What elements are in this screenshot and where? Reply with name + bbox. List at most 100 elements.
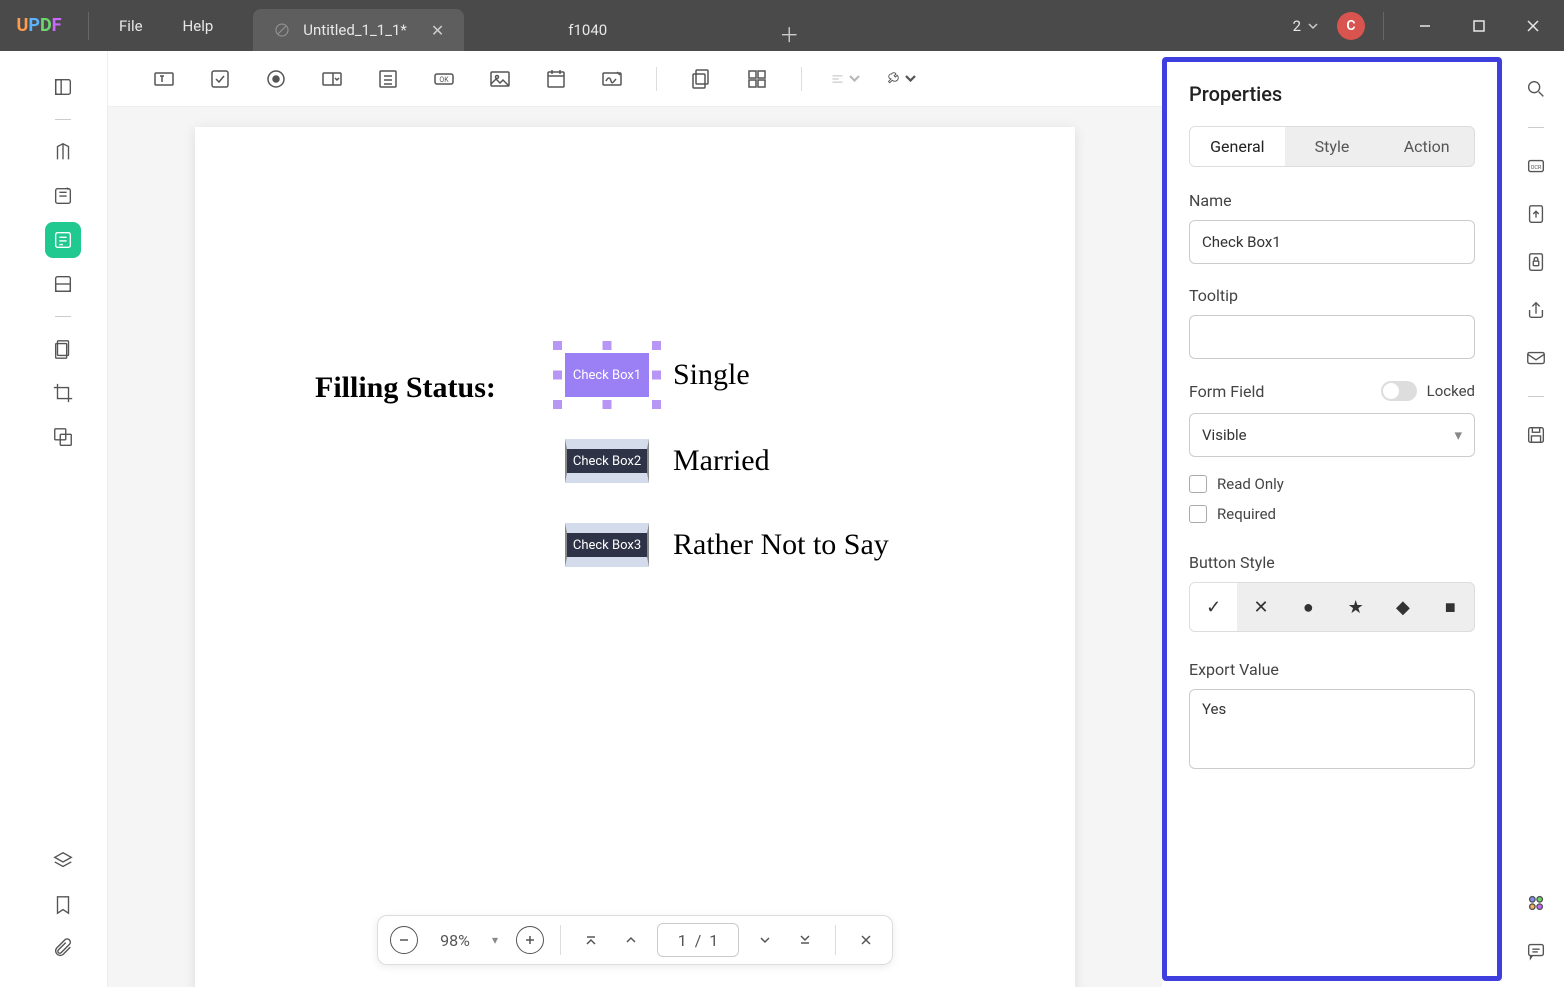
tab-strip: Untitled_1_1_1* ✕ f1040 ＋	[253, 0, 1282, 51]
style-cross[interactable]: ✕	[1237, 583, 1284, 631]
zoom-in-button[interactable]	[516, 926, 544, 954]
tab-style[interactable]: Style	[1285, 127, 1380, 166]
comment-icon[interactable]	[45, 178, 81, 214]
style-square[interactable]: ■	[1427, 583, 1474, 631]
required-label: Required	[1217, 505, 1276, 523]
heading-text: Filling Status:	[315, 371, 496, 405]
page-navigator: 98% ▾	[377, 915, 893, 965]
content-area: OK Filling Status: Check Box1 Si	[108, 51, 1162, 987]
checkbox-icon	[1189, 475, 1207, 493]
canvas[interactable]: Filling Status: Check Box1 Single Check …	[108, 107, 1162, 987]
checkbox-field[interactable]: Check Box2	[565, 439, 649, 483]
email-icon[interactable]	[1520, 342, 1552, 374]
selection-handles[interactable]	[557, 345, 657, 405]
search-icon[interactable]	[1520, 73, 1552, 105]
close-button[interactable]	[1510, 8, 1556, 44]
menu-file[interactable]: File	[99, 17, 163, 35]
app-logo: UPDF	[0, 15, 78, 36]
thumbnails-icon[interactable]	[45, 69, 81, 105]
style-circle[interactable]: ●	[1285, 583, 1332, 631]
ai-icon[interactable]	[1520, 887, 1552, 919]
form-field-checkbox3[interactable]: Check Box3 Rather Not to Say	[565, 523, 889, 567]
text-field-tool[interactable]	[148, 63, 180, 95]
export-value-input[interactable]	[1189, 689, 1475, 769]
signature-tool[interactable]	[596, 63, 628, 95]
compress-icon[interactable]	[45, 331, 81, 367]
image-tool[interactable]	[484, 63, 516, 95]
checkbox-tool[interactable]	[204, 63, 236, 95]
ocr-icon[interactable]: OCR	[1520, 150, 1552, 182]
chat-icon[interactable]	[1520, 935, 1552, 967]
style-check[interactable]: ✓	[1190, 583, 1237, 631]
pdf-page[interactable]: Filling Status: Check Box1 Single Check …	[195, 127, 1075, 987]
copy-tool[interactable]	[685, 63, 717, 95]
form-field-checkbox2[interactable]: Check Box2 Married	[565, 439, 770, 483]
form-edit-icon[interactable]	[45, 222, 81, 258]
visibility-value: Visible	[1202, 426, 1247, 444]
form-toolbar: OK	[108, 51, 1162, 107]
share-icon[interactable]	[1520, 294, 1552, 326]
divider	[88, 12, 89, 40]
save-icon[interactable]	[1520, 419, 1552, 451]
reader-icon[interactable]	[45, 134, 81, 170]
radio-tool[interactable]	[260, 63, 292, 95]
minimize-button[interactable]	[1402, 8, 1448, 44]
convert-icon[interactable]	[1520, 198, 1552, 230]
dropdown-tool[interactable]	[316, 63, 348, 95]
user-avatar[interactable]: C	[1337, 12, 1365, 40]
listbox-tool[interactable]	[372, 63, 404, 95]
form-field-checkbox1[interactable]: Check Box1 Single	[565, 353, 750, 397]
tab-label: f1040	[568, 21, 607, 39]
zoom-level[interactable]: 98%	[430, 931, 480, 950]
maximize-button[interactable]	[1456, 8, 1502, 44]
right-sidebar: OCR	[1508, 51, 1564, 987]
page-organize-icon[interactable]	[45, 266, 81, 302]
tab-label: Untitled_1_1_1*	[303, 21, 407, 39]
tab-untitled[interactable]: Untitled_1_1_1* ✕	[253, 9, 464, 51]
tab-general[interactable]: General	[1190, 127, 1285, 166]
batch-icon[interactable]	[45, 419, 81, 455]
form-field-label: Form Field	[1189, 382, 1264, 401]
chevron-down-icon	[1307, 20, 1319, 32]
divider	[55, 119, 71, 120]
crop-icon[interactable]	[45, 375, 81, 411]
divider	[801, 67, 802, 91]
tooltip-label: Tooltip	[1189, 286, 1475, 305]
checkbox-icon	[1189, 505, 1207, 523]
tab-action[interactable]: Action	[1379, 127, 1474, 166]
first-page-button[interactable]	[577, 926, 605, 954]
divider	[835, 925, 836, 955]
grid-tool[interactable]	[741, 63, 773, 95]
protect-icon[interactable]	[1520, 246, 1552, 278]
zoom-dropdown-icon[interactable]: ▾	[492, 933, 498, 947]
notification-count[interactable]: 2	[1283, 13, 1329, 39]
visibility-select[interactable]: Visible ▾	[1189, 413, 1475, 457]
prev-page-button[interactable]	[617, 926, 645, 954]
checkbox-field[interactable]: Check Box3	[565, 523, 649, 567]
close-nav-button[interactable]	[852, 926, 880, 954]
layers-icon[interactable]	[45, 843, 81, 879]
align-tool[interactable]	[830, 63, 862, 95]
zoom-out-button[interactable]	[390, 926, 418, 954]
required-checkbox[interactable]: Required	[1189, 505, 1475, 523]
locked-toggle[interactable]	[1381, 381, 1417, 401]
style-diamond[interactable]: ◆	[1379, 583, 1426, 631]
next-page-button[interactable]	[751, 926, 779, 954]
button-style-group: ✓ ✕ ● ★ ◆ ■	[1189, 582, 1475, 632]
close-icon[interactable]: ✕	[431, 21, 444, 40]
button-tool[interactable]: OK	[428, 63, 460, 95]
tools-settings[interactable]	[886, 63, 918, 95]
page-number-input[interactable]	[657, 923, 739, 957]
bookmark-icon[interactable]	[45, 887, 81, 923]
style-star[interactable]: ★	[1332, 583, 1379, 631]
new-tab-button[interactable]: ＋	[771, 15, 807, 51]
tooltip-input[interactable]	[1189, 315, 1475, 359]
date-tool[interactable]	[540, 63, 572, 95]
readonly-checkbox[interactable]: Read Only	[1189, 475, 1475, 493]
last-page-button[interactable]	[791, 926, 819, 954]
name-input[interactable]	[1189, 220, 1475, 264]
properties-panel: Properties General Style Action Name Too…	[1162, 57, 1502, 981]
tab-f1040[interactable]: f1040	[468, 9, 707, 51]
attachment-icon[interactable]	[45, 931, 81, 967]
menu-help[interactable]: Help	[163, 17, 234, 35]
